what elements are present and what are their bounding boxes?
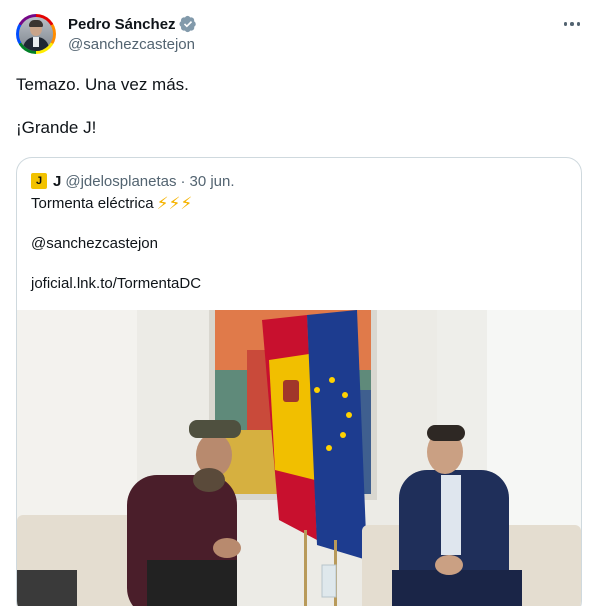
quoted-photo[interactable] — [17, 310, 581, 606]
quoted-display-name[interactable]: J — [53, 173, 61, 190]
quoted-avatar[interactable]: J — [31, 173, 47, 189]
tweet-line: Temazo. Una vez más. — [16, 75, 189, 94]
quoted-tweet[interactable]: J J @jdelosplanetas · 30 jun. Tormenta e… — [16, 157, 582, 606]
author-handle[interactable]: @sanchezcastejon — [68, 36, 197, 53]
separator-dot: · — [180, 172, 186, 190]
quoted-text-line: Tormenta eléctrica — [31, 195, 154, 212]
lightning-emoji: ⚡⚡⚡ — [156, 194, 193, 213]
author-avatar[interactable] — [16, 14, 56, 54]
tweet-text: Temazo. Una vez más. ¡Grande J! — [16, 74, 576, 139]
photo-illustration — [17, 310, 581, 606]
tweet-line: ¡Grande J! — [16, 118, 97, 137]
quoted-text: Tormenta eléctrica ⚡⚡⚡ @sanchezcastejon … — [31, 194, 571, 294]
author-info: Pedro Sánchez @sanchezcastejon — [68, 14, 197, 53]
verified-badge-icon[interactable] — [179, 15, 197, 33]
tweet: Pedro Sánchez @sanchezcastejon Temazo. U… — [0, 0, 593, 606]
quoted-handle[interactable]: @jdelosplanetas — [65, 173, 176, 190]
quoted-date[interactable]: 30 jun. — [189, 173, 234, 190]
quoted-url-link[interactable]: joficial.lnk.to/TormentaDC — [31, 274, 201, 294]
author-display-name[interactable]: Pedro Sánchez — [68, 16, 176, 33]
quoted-mention-link[interactable]: @sanchezcastejon — [31, 234, 158, 254]
more-horizontal-icon[interactable] — [562, 14, 582, 34]
quoted-header: J J @jdelosplanetas · 30 jun. — [31, 172, 235, 190]
